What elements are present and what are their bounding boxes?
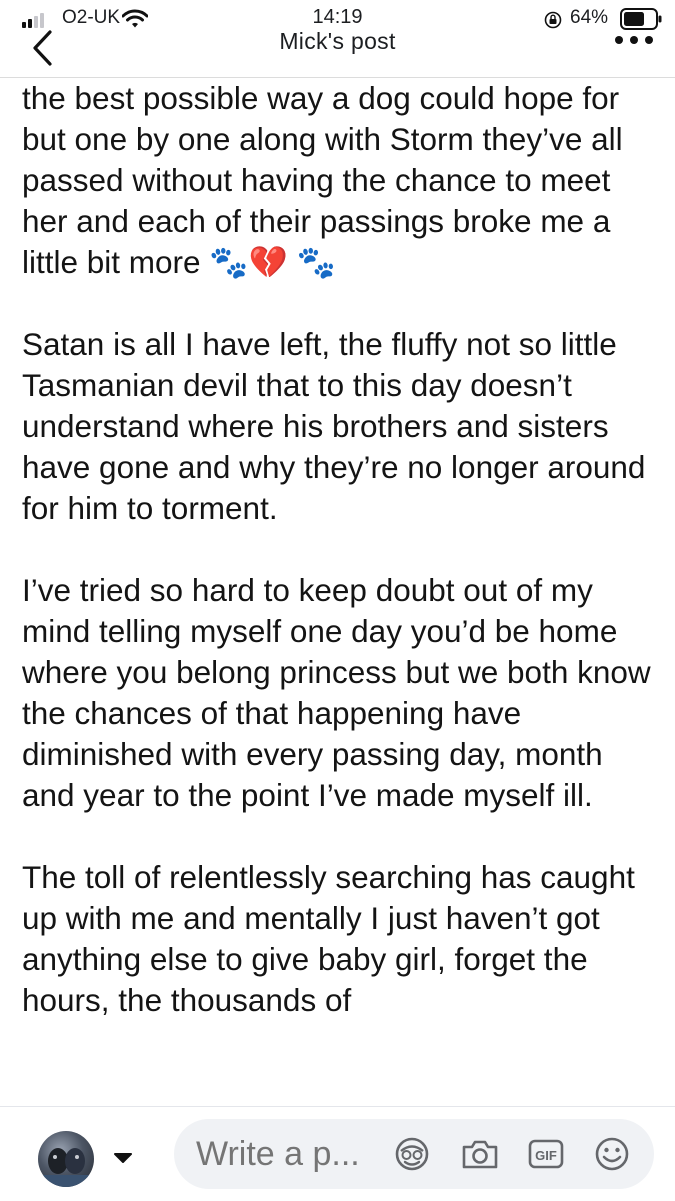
status-bar: O2-UK 14:19 64% [0, 0, 675, 30]
comment-input[interactable] [196, 1135, 366, 1174]
emoji-icon[interactable] [592, 1136, 632, 1172]
comment-bar: GIF [0, 1106, 675, 1201]
camera-icon[interactable] [460, 1136, 500, 1172]
orientation-lock-icon [544, 11, 562, 29]
post-paragraph: I’ve tried so hard to keep doubt out of … [22, 572, 660, 813]
post-paragraph: The toll of relentlessly searching has c… [22, 859, 644, 1018]
post-paragraph: Satan is all I have left, the fluffy not… [22, 326, 655, 526]
more-dots-icon[interactable] [612, 32, 656, 48]
avatar-sticker-icon[interactable] [392, 1136, 432, 1172]
page-title: Mick's post [279, 28, 396, 54]
avatar-switcher-caret-icon[interactable] [112, 1151, 134, 1165]
post-text: the best possible way a dog could hope f… [22, 78, 662, 1106]
avatar[interactable] [38, 1131, 94, 1187]
svg-text:GIF: GIF [535, 1148, 557, 1163]
post-paragraph: the best possible way a dog could hope f… [22, 80, 632, 280]
battery-icon [620, 8, 662, 30]
comment-input-pill[interactable]: GIF [174, 1119, 654, 1189]
battery-percentage: 64% [570, 7, 609, 28]
avatar-photo [38, 1148, 94, 1187]
gif-icon[interactable]: GIF [526, 1136, 566, 1172]
post-header: Mick's post [0, 28, 675, 78]
